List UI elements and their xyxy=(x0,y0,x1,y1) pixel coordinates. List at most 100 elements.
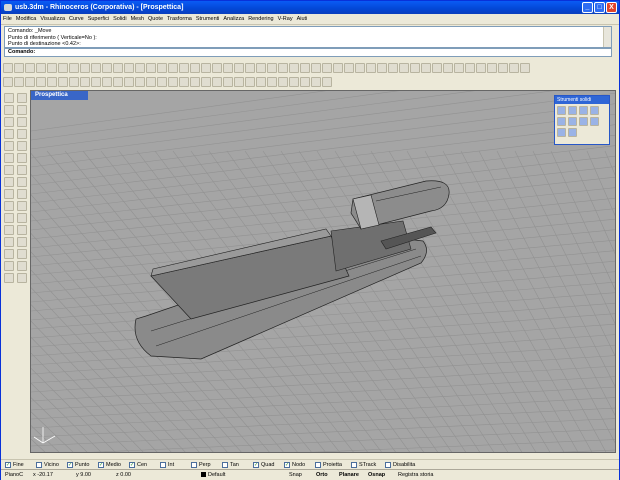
modeling-tool-icon[interactable] xyxy=(17,261,27,271)
menu-superfici[interactable]: Superfici xyxy=(86,14,111,25)
toolbar-tool-icon[interactable] xyxy=(146,77,156,87)
checkbox-icon[interactable] xyxy=(191,461,197,468)
toolbar-tool-icon[interactable] xyxy=(91,77,101,87)
modeling-tool-icon[interactable] xyxy=(17,105,27,115)
perspective-viewport[interactable]: Prospettica xyxy=(30,90,616,453)
modeling-tool-icon[interactable] xyxy=(4,249,14,259)
toolbar-tool-icon[interactable] xyxy=(3,63,13,73)
toolbar-tool-icon[interactable] xyxy=(245,77,255,87)
menu-modifica[interactable]: Modifica xyxy=(14,14,38,25)
menu-aiuti[interactable]: Aiuti xyxy=(295,14,310,25)
modeling-tool-icon[interactable] xyxy=(4,177,14,187)
toolbar-tool-icon[interactable] xyxy=(91,63,101,73)
checkbox-icon[interactable]: ✓ xyxy=(284,461,290,468)
menu-file[interactable]: File xyxy=(1,14,14,25)
modeling-tool-icon[interactable] xyxy=(4,105,14,115)
toolbar-tool-icon[interactable] xyxy=(278,63,288,73)
status-layer[interactable]: Default xyxy=(201,470,225,480)
toolbar-tool-icon[interactable] xyxy=(58,77,68,87)
status-osnap[interactable]: Osnap xyxy=(368,470,385,480)
toolbar-tool-icon[interactable] xyxy=(14,63,24,73)
solid-tool-icon[interactable] xyxy=(579,117,588,126)
modeling-tool-icon[interactable] xyxy=(4,141,14,151)
toolbar-tool-icon[interactable] xyxy=(223,77,233,87)
modeling-tool-icon[interactable] xyxy=(4,189,14,199)
toolbar-tool-icon[interactable] xyxy=(311,77,321,87)
checkbox-icon[interactable] xyxy=(385,461,391,468)
checkbox-icon[interactable] xyxy=(160,461,166,468)
toolbar-tool-icon[interactable] xyxy=(102,77,112,87)
toolbar-tool-icon[interactable] xyxy=(36,77,46,87)
toolbar-tool-icon[interactable] xyxy=(157,63,167,73)
toolbar-tool-icon[interactable] xyxy=(421,63,431,73)
checkbox-icon[interactable]: ✓ xyxy=(5,461,11,468)
maximize-button[interactable]: □ xyxy=(594,2,605,13)
toolbar-tool-icon[interactable] xyxy=(487,63,497,73)
checkbox-icon[interactable] xyxy=(222,461,228,468)
solid-tool-icon[interactable] xyxy=(568,128,577,137)
modeling-tool-icon[interactable] xyxy=(17,249,27,259)
solid-tool-icon[interactable] xyxy=(579,106,588,115)
menu-mesh[interactable]: Mesh xyxy=(129,14,146,25)
toolbar-tool-icon[interactable] xyxy=(509,63,519,73)
toolbar-tool-icon[interactable] xyxy=(300,63,310,73)
modeling-tool-icon[interactable] xyxy=(17,141,27,151)
toolbar-tool-icon[interactable] xyxy=(234,63,244,73)
toolbar-tool-icon[interactable] xyxy=(157,77,167,87)
toolbar-tool-icon[interactable] xyxy=(498,63,508,73)
toolbar-tool-icon[interactable] xyxy=(399,63,409,73)
menu-visualizza[interactable]: Visualizza xyxy=(38,14,67,25)
toolbar-tool-icon[interactable] xyxy=(201,63,211,73)
toolbar-tool-icon[interactable] xyxy=(267,63,277,73)
toolbar-tool-icon[interactable] xyxy=(278,77,288,87)
toolbar-tool-icon[interactable] xyxy=(366,63,376,73)
toolbar-tool-icon[interactable] xyxy=(432,63,442,73)
toolbar-tool-icon[interactable] xyxy=(377,63,387,73)
menu-quote[interactable]: Quote xyxy=(146,14,165,25)
modeling-tool-icon[interactable] xyxy=(17,273,27,283)
toolbar-tool-icon[interactable] xyxy=(102,63,112,73)
solid-tools-title[interactable]: Strumenti solidi xyxy=(555,96,609,104)
checkbox-icon[interactable]: ✓ xyxy=(67,461,73,468)
menu-curve[interactable]: Curve xyxy=(67,14,86,25)
toolbar-tool-icon[interactable] xyxy=(14,77,24,87)
toolbar-tool-icon[interactable] xyxy=(322,77,332,87)
close-button[interactable]: X xyxy=(606,2,617,13)
history-scrollbar[interactable] xyxy=(603,27,611,47)
toolbar-tool-icon[interactable] xyxy=(80,77,90,87)
modeling-tool-icon[interactable] xyxy=(4,261,14,271)
modeling-tool-icon[interactable] xyxy=(4,201,14,211)
toolbar-tool-icon[interactable] xyxy=(388,63,398,73)
toolbar-tool-icon[interactable] xyxy=(212,63,222,73)
toolbar-tool-icon[interactable] xyxy=(454,63,464,73)
status-ortho[interactable]: Orto xyxy=(316,470,328,480)
solid-tool-icon[interactable] xyxy=(568,117,577,126)
modeling-tool-icon[interactable] xyxy=(17,165,27,175)
menu-trasforma[interactable]: Trasforma xyxy=(165,14,194,25)
menu-analizza[interactable]: Analizza xyxy=(221,14,246,25)
toolbar-tool-icon[interactable] xyxy=(234,77,244,87)
checkbox-icon[interactable]: ✓ xyxy=(253,461,259,468)
modeling-tool-icon[interactable] xyxy=(4,273,14,283)
toolbar-tool-icon[interactable] xyxy=(201,77,211,87)
toolbar-tool-icon[interactable] xyxy=(256,63,266,73)
status-planar[interactable]: Planare xyxy=(339,470,359,480)
menu-rendering[interactable]: Rendering xyxy=(246,14,275,25)
toolbar-tool-icon[interactable] xyxy=(179,77,189,87)
toolbar-tool-icon[interactable] xyxy=(58,63,68,73)
toolbar-tool-icon[interactable] xyxy=(212,77,222,87)
toolbar-tool-icon[interactable] xyxy=(113,63,123,73)
toolbar-tool-icon[interactable] xyxy=(47,77,57,87)
toolbar-tool-icon[interactable] xyxy=(267,77,277,87)
toolbar-tool-icon[interactable] xyxy=(168,77,178,87)
toolbar-tool-icon[interactable] xyxy=(135,77,145,87)
checkbox-icon[interactable]: ✓ xyxy=(98,461,104,468)
modeling-tool-icon[interactable] xyxy=(4,165,14,175)
checkbox-icon[interactable]: ✓ xyxy=(129,461,135,468)
modeling-tool-icon[interactable] xyxy=(4,213,14,223)
toolbar-tool-icon[interactable] xyxy=(179,63,189,73)
modeling-tool-icon[interactable] xyxy=(17,177,27,187)
solid-tool-icon[interactable] xyxy=(568,106,577,115)
toolbar-tool-icon[interactable] xyxy=(256,77,266,87)
toolbar-tool-icon[interactable] xyxy=(3,77,13,87)
